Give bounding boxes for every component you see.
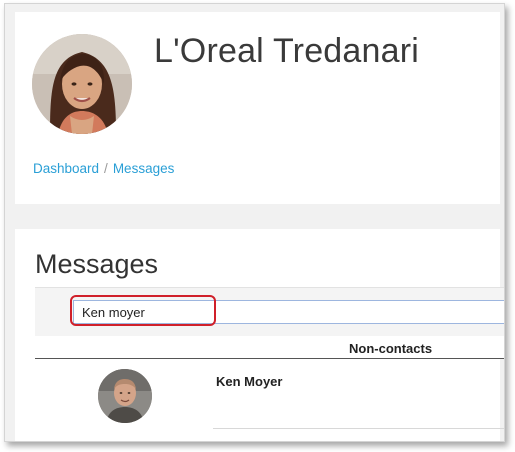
messages-panel: Messages Non-contacts Ken	[15, 229, 504, 441]
page-title: Messages	[35, 249, 159, 279]
breadcrumb-messages-link[interactable]: Messages	[113, 161, 175, 176]
profile-photo-icon	[32, 34, 132, 134]
row-divider	[213, 428, 504, 429]
screenshot-frame: L'Oreal Tredanari Dashboard / Messages Mes…	[4, 3, 505, 442]
results-header: Non-contacts	[35, 336, 504, 359]
breadcrumb-separator: /	[104, 161, 108, 176]
result-avatar[interactable]	[98, 369, 152, 423]
non-contacts-header: Non-contacts	[349, 341, 433, 356]
user-photo-icon	[98, 369, 152, 423]
profile-avatar[interactable]	[32, 34, 132, 134]
list-item[interactable]: Ken Moyer	[35, 360, 504, 440]
breadcrumb-dashboard-link[interactable]: Dashboard	[33, 161, 99, 176]
profile-name: L'Oreal Tredanari	[154, 32, 420, 70]
result-name[interactable]: Ken Moyer	[216, 374, 282, 389]
search-bar	[35, 287, 504, 337]
contact-search-input[interactable]	[73, 300, 504, 324]
profile-header: L'Oreal Tredanari Dashboard / Messages	[15, 12, 500, 204]
breadcrumb: Dashboard / Messages	[33, 161, 174, 176]
